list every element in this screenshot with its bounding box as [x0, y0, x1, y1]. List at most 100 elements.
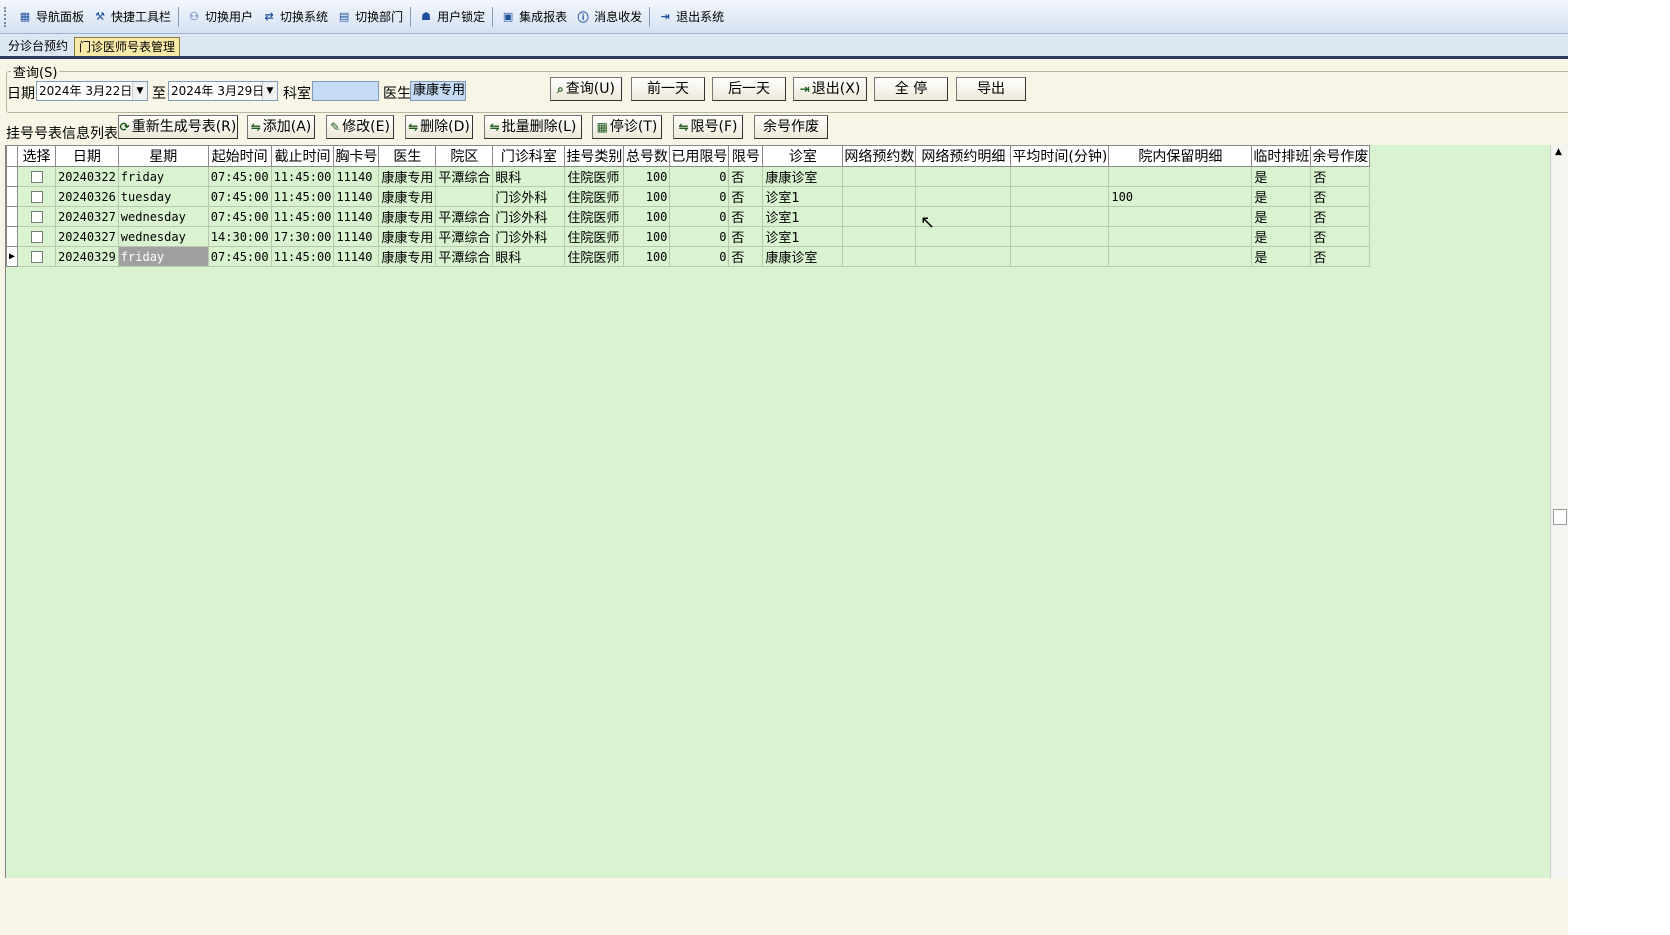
column-header[interactable]: 网络预约明细 — [915, 145, 1012, 167]
doctor-input[interactable]: 康康专用 — [410, 81, 466, 101]
table-cell[interactable]: 14:30:00 — [207, 226, 272, 247]
table-row[interactable]: 20240322 friday 07:45:00 11:45:00 11140 康康专用平… — [6, 166, 1371, 187]
dept-input[interactable] — [312, 81, 379, 101]
table-cell[interactable]: 康康专用 — [378, 246, 437, 267]
table-cell[interactable] — [1010, 186, 1110, 207]
suspend-button[interactable]: ▦ 停诊(T) — [592, 115, 662, 139]
table-cell[interactable] — [1108, 166, 1253, 187]
table-cell[interactable]: 是 — [1251, 186, 1312, 207]
column-header[interactable]: 临时排班 — [1251, 145, 1312, 167]
table-row[interactable]: 20240327 wednesday 14:30:00 17:30:00 11140 康康… — [6, 226, 1371, 247]
table-cell[interactable]: 11:45:00 — [270, 166, 335, 187]
table-cell[interactable]: 是 — [1251, 246, 1312, 267]
table-cell[interactable]: 康康专用 — [378, 226, 437, 247]
table-cell[interactable]: 20240322 — [55, 166, 119, 187]
column-header[interactable]: 余号作废 — [1310, 145, 1371, 167]
table-cell[interactable]: 否 — [728, 226, 764, 247]
tab-triage-appointment[interactable]: 分诊台预约 — [4, 37, 72, 55]
select-checkbox-cell[interactable] — [17, 186, 56, 207]
column-header[interactable]: 院区 — [435, 145, 494, 167]
table-cell[interactable]: 100 — [623, 166, 671, 187]
table-row[interactable]: ▶ 20240329 friday 07:45:00 11:45:00 11140 康康专用… — [6, 246, 1371, 267]
select-checkbox-cell[interactable] — [17, 246, 56, 267]
table-cell[interactable]: 康康专用 — [378, 186, 437, 207]
table-cell[interactable]: friday — [117, 166, 209, 187]
table-cell[interactable]: 07:45:00 — [207, 246, 272, 267]
select-checkbox-cell[interactable] — [17, 166, 56, 187]
table-cell[interactable]: 康康诊室 — [762, 166, 844, 187]
table-cell[interactable]: 否 — [1310, 186, 1371, 207]
table-cell[interactable] — [842, 166, 917, 187]
column-header[interactable]: 网络预约数 — [842, 145, 917, 167]
tab-doctor-schedule[interactable]: 门诊医师号表管理 — [74, 37, 181, 56]
column-header[interactable]: 平均时间(分钟) — [1010, 145, 1110, 167]
table-cell[interactable]: 平潭综合 — [435, 206, 494, 227]
table-cell[interactable]: 否 — [1310, 246, 1371, 267]
regenerate-button[interactable]: ⟳ 重新生成号表(R) — [118, 115, 238, 139]
table-cell[interactable] — [1010, 206, 1110, 227]
table-cell[interactable] — [435, 186, 494, 207]
date-from-picker[interactable]: 2024年 3月22日 ▼ — [36, 81, 148, 101]
table-cell[interactable]: 20240327 — [55, 226, 119, 247]
table-cell[interactable]: 平潭综合 — [435, 166, 494, 187]
table-cell[interactable]: 0 — [669, 186, 730, 207]
select-checkbox[interactable] — [30, 211, 43, 223]
edit-button[interactable]: ✎ 修改(E) — [326, 115, 394, 139]
table-cell[interactable]: 100 — [623, 246, 671, 267]
column-header[interactable]: 胸卡号 — [333, 145, 380, 167]
toolbar-item-nav-panel[interactable]: ▦ 导航面板 — [13, 5, 88, 29]
table-cell[interactable]: wednesday — [117, 226, 209, 247]
column-header[interactable]: 起始时间 — [207, 145, 272, 167]
table-cell[interactable]: 100 — [623, 186, 671, 207]
column-header[interactable]: 医生 — [378, 145, 437, 167]
table-cell[interactable]: 100 — [623, 206, 671, 227]
date-to-picker[interactable]: 2024年 3月29日 ▼ — [168, 81, 278, 101]
table-cell[interactable] — [842, 206, 917, 227]
vertical-scrollbar[interactable]: ▲ — [1550, 145, 1569, 878]
table-cell[interactable]: 11140 — [333, 246, 380, 267]
table-cell[interactable]: 100 — [1108, 186, 1253, 207]
select-checkbox[interactable] — [30, 191, 43, 203]
table-cell[interactable]: 门诊外科 — [492, 206, 566, 227]
table-cell[interactable] — [1108, 246, 1253, 267]
table-cell[interactable]: 诊室1 — [762, 226, 844, 247]
column-header[interactable]: 星期 — [117, 145, 209, 167]
table-cell[interactable]: 眼科 — [492, 166, 566, 187]
column-header[interactable]: 门诊科室 — [492, 145, 566, 167]
table-cell[interactable]: 07:45:00 — [207, 186, 272, 207]
batch-delete-button[interactable]: ⇋ 批量删除(L) — [484, 115, 582, 139]
table-cell[interactable]: tuesday — [117, 186, 209, 207]
table-cell[interactable] — [1010, 166, 1110, 187]
table-cell[interactable]: 诊室1 — [762, 206, 844, 227]
table-cell[interactable] — [915, 246, 1012, 267]
table-cell[interactable]: 0 — [669, 166, 730, 187]
table-cell[interactable] — [1108, 226, 1253, 247]
table-cell[interactable]: 住院医师 — [564, 206, 625, 227]
table-cell[interactable]: 11:45:00 — [270, 186, 335, 207]
row-header[interactable] — [6, 166, 18, 187]
toolbar-item-switch-user[interactable]: ⚇ 切换用户 — [182, 5, 257, 29]
table-cell[interactable]: 07:45:00 — [207, 206, 272, 227]
column-header[interactable]: 限号 — [728, 145, 764, 167]
delete-button[interactable]: ⇋ 删除(D) — [405, 115, 473, 139]
limit-button[interactable]: ⇋ 限号(F) — [673, 115, 743, 139]
next-day-button[interactable]: 后一天 — [712, 77, 786, 101]
column-header[interactable]: 总号数 — [623, 145, 671, 167]
chevron-down-icon[interactable]: ▼ — [262, 82, 277, 100]
table-cell[interactable] — [915, 166, 1012, 187]
column-header[interactable]: 截止时间 — [270, 145, 335, 167]
table-cell[interactable]: 20240329 — [55, 246, 119, 267]
table-cell[interactable]: 否 — [1310, 226, 1371, 247]
table-cell[interactable]: 11:45:00 — [270, 206, 335, 227]
column-header[interactable]: 诊室 — [762, 145, 844, 167]
table-cell[interactable]: friday — [117, 246, 209, 267]
table-cell[interactable]: 住院医师 — [564, 166, 625, 187]
void-remaining-button[interactable]: 余号作废 — [754, 115, 828, 139]
table-cell[interactable] — [842, 226, 917, 247]
exit-button[interactable]: ⇥ 退出(X) — [793, 77, 867, 101]
table-cell[interactable] — [1010, 226, 1110, 247]
table-cell[interactable]: 11140 — [333, 226, 380, 247]
column-header[interactable]: 院内保留明细 — [1108, 145, 1253, 167]
toolbar-item-report[interactable]: ▣ 集成报表 — [496, 5, 571, 29]
select-checkbox[interactable] — [30, 171, 43, 183]
